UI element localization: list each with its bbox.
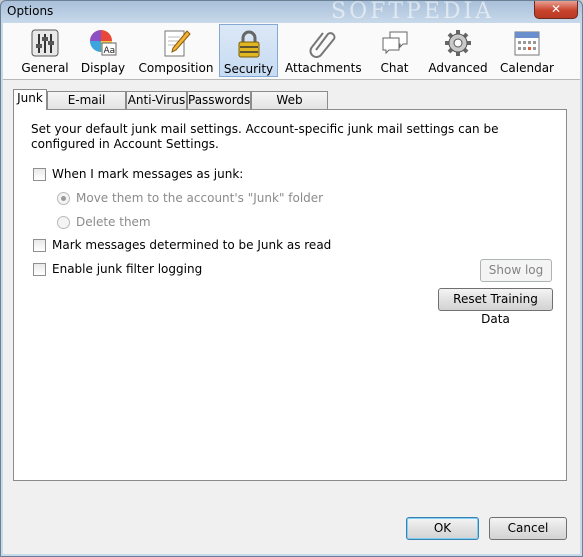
toolbar-label-display: Display (80, 61, 126, 75)
options-content: General Aa Display Composition Security … (3, 23, 580, 554)
toolbar-label-advanced: Advanced (428, 61, 488, 75)
pencil-paper-icon (164, 30, 191, 57)
toolbar-item-general[interactable]: General (17, 24, 73, 77)
toolbar-item-security[interactable]: Security (219, 24, 278, 77)
junk-description: Set your default junk mail settings. Acc… (31, 122, 499, 151)
tab-email-scams[interactable]: E-mail Scams (47, 91, 126, 123)
move-to-junk-radio[interactable] (57, 192, 70, 205)
toolbar-item-chat[interactable]: Chat (371, 24, 418, 77)
close-button[interactable]: ✕ (534, 1, 578, 19)
category-toolbar: General Aa Display Composition Security … (3, 23, 580, 80)
junk-logging-label: Enable junk filter logging (52, 262, 203, 276)
mark-as-junk-label: When I mark messages as junk: (52, 167, 244, 181)
junk-logging-checkbox[interactable] (33, 263, 46, 276)
padlock-icon (238, 30, 259, 58)
toolbar-item-calendar[interactable]: Calendar (498, 24, 556, 77)
toolbar-item-display[interactable]: Aa Display (77, 24, 129, 77)
title-bar[interactable]: Options SOFTPEDIA ✕ (1, 0, 582, 24)
reset-training-data-button[interactable]: Reset Training Data (438, 288, 553, 326)
toolbar-label-general: General (21, 61, 69, 75)
calendar-icon (514, 31, 540, 56)
toolbar-label-security: Security (223, 62, 274, 76)
delete-radio[interactable] (57, 216, 70, 229)
tab-passwords[interactable]: Passwords (187, 91, 251, 109)
toolbar-label-chat: Chat (380, 61, 409, 75)
delete-label: Delete them (76, 215, 151, 229)
gear-icon (445, 30, 471, 56)
show-log-button[interactable]: Show log (480, 259, 552, 282)
cancel-button[interactable]: Cancel (489, 517, 567, 540)
close-icon: ✕ (550, 2, 562, 16)
move-to-junk-label: Move them to the account's "Junk" folder (76, 191, 324, 205)
toolbar-label-attachments: Attachments (285, 61, 362, 75)
mark-read-label: Mark messages determined to be Junk as r… (52, 238, 332, 252)
toolbar-label-composition: Composition (138, 61, 214, 75)
tab-junk[interactable]: Junk (13, 89, 47, 110)
toolbar-item-advanced[interactable]: Advanced (427, 24, 489, 77)
palette-icon: Aa (90, 30, 117, 56)
tab-anti-virus[interactable]: Anti-Virus (126, 91, 187, 109)
toolbar-item-composition[interactable]: Composition (136, 24, 216, 77)
toolbar-item-attachments[interactable]: Attachments (285, 24, 362, 77)
toolbar-label-calendar: Calendar (500, 61, 554, 75)
sliders-icon (31, 29, 59, 57)
ok-button[interactable]: OK (406, 517, 479, 540)
svg-text:Aa: Aa (104, 46, 116, 56)
junk-panel: Set your default junk mail settings. Acc… (13, 109, 567, 481)
tab-web-content[interactable]: Web Content (251, 91, 328, 123)
mark-as-junk-checkbox[interactable] (33, 168, 46, 181)
options-window: Options SOFTPEDIA ✕ General Aa Display C… (0, 0, 583, 557)
window-title: Options (7, 4, 54, 18)
speech-bubbles-icon (382, 31, 407, 55)
paperclip-icon (309, 32, 336, 58)
watermark-text: SOFTPEDIA (331, 0, 495, 24)
mark-read-checkbox[interactable] (33, 239, 46, 252)
